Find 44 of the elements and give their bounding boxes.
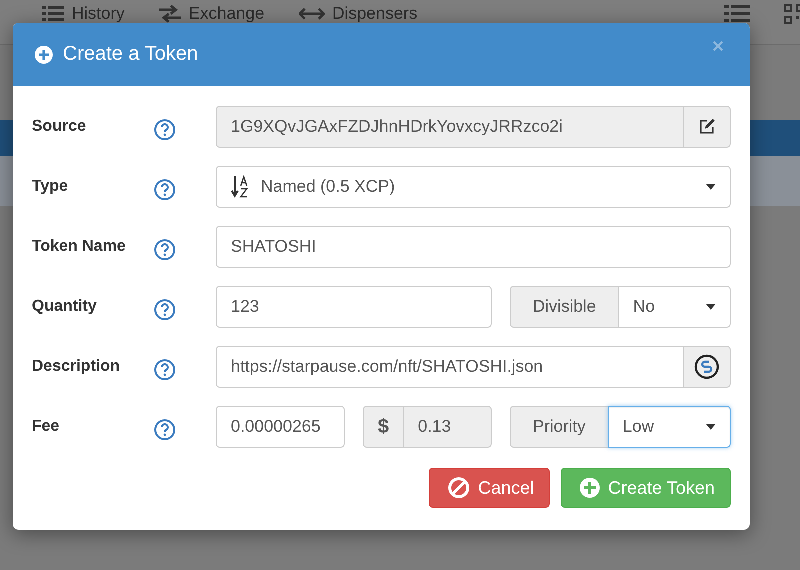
edit-icon bbox=[698, 118, 716, 136]
help-icon[interactable] bbox=[154, 299, 176, 321]
field-label: Fee bbox=[32, 418, 61, 436]
caret-icon bbox=[706, 424, 716, 430]
exchange-icon bbox=[158, 4, 181, 22]
help-icon[interactable] bbox=[154, 239, 176, 261]
list-icon[interactable] bbox=[724, 4, 750, 24]
double-arrow-icon bbox=[298, 8, 325, 20]
plus-circle-icon bbox=[580, 478, 600, 498]
text-field[interactable]: 123 bbox=[216, 286, 492, 328]
link-icon bbox=[694, 354, 720, 380]
caret-icon bbox=[706, 184, 716, 190]
field-label: Description bbox=[32, 358, 122, 376]
help-icon[interactable] bbox=[154, 179, 176, 201]
plus-circle-icon bbox=[35, 46, 53, 64]
readonly-field[interactable]: 0.13 bbox=[403, 406, 492, 448]
field-label: Token Name bbox=[32, 238, 127, 256]
field-label: Source bbox=[32, 118, 88, 136]
input-addon: Priority bbox=[510, 406, 609, 448]
help-icon[interactable] bbox=[154, 419, 176, 441]
dialog-title: Create a Token bbox=[63, 43, 198, 66]
text-field[interactable]: SHATOSHI bbox=[216, 226, 731, 268]
dropdown[interactable]: Named (0.5 XCP) bbox=[216, 166, 731, 208]
edit-button[interactable] bbox=[683, 106, 731, 148]
text-field[interactable]: https://starpause.com/nft/SHATOSHI.json bbox=[216, 346, 684, 388]
qr-code-icon[interactable] bbox=[784, 4, 800, 24]
list-icon bbox=[42, 6, 64, 21]
dropdown[interactable]: No bbox=[618, 286, 731, 328]
cancel-button[interactable]: Cancel bbox=[429, 468, 550, 508]
readonly-field[interactable]: 1G9XQvJGAxFZDJhnHDrkYovxcyJRRzco2i bbox=[216, 106, 684, 148]
nav-link[interactable]: Exchange bbox=[188, 4, 265, 23]
ban-icon bbox=[448, 477, 470, 499]
field-label: Quantity bbox=[32, 298, 98, 316]
dropdown[interactable]: Low bbox=[608, 406, 731, 448]
nav-link[interactable]: History bbox=[72, 4, 125, 23]
input-addon: $ bbox=[363, 406, 404, 448]
nav-link[interactable]: Dispensers bbox=[332, 4, 418, 23]
caret-icon bbox=[706, 304, 716, 310]
link-button[interactable] bbox=[683, 346, 731, 388]
help-icon[interactable] bbox=[154, 119, 176, 141]
text-field[interactable]: 0.00000265 bbox=[216, 406, 345, 448]
input-addon: Divisible bbox=[510, 286, 620, 328]
help-icon[interactable] bbox=[154, 359, 176, 381]
field-label: Type bbox=[32, 178, 70, 196]
